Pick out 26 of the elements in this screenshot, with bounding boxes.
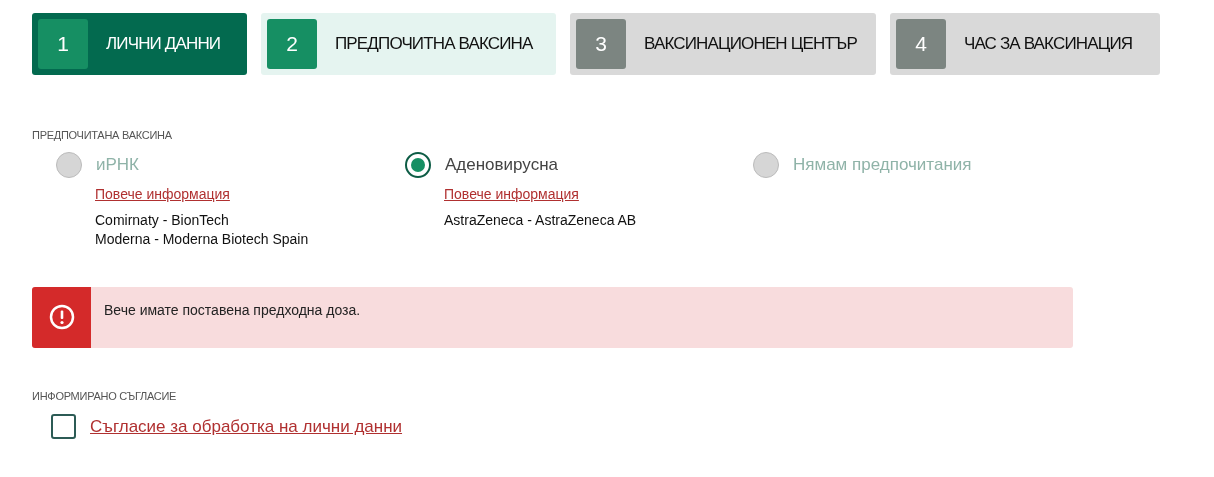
- vaccine-name: Moderna - Moderna Biotech Spain: [95, 229, 310, 249]
- step-label: ЛИЧНИ ДАННИ: [106, 33, 221, 56]
- section-title: ИНФОРМИРАНО СЪГЛАСИЕ: [32, 388, 178, 404]
- radio-button[interactable]: [405, 151, 431, 178]
- vaccine-name: AstraZeneca - AstraZeneca AB: [444, 210, 638, 230]
- step-number: 1: [38, 19, 88, 69]
- step-label: ЧАС ЗА ВАКСИНАЦИЯ: [964, 33, 1133, 56]
- step-tab[interactable]: 1 ЛИЧНИ ДАННИ: [32, 13, 247, 75]
- option-label: Нямам предпочитания: [793, 153, 972, 176]
- alert-message: Вече имате поставена предходна доза.: [104, 300, 361, 320]
- step-number: 4: [896, 19, 946, 69]
- step-number: 2: [267, 19, 317, 69]
- step-tab[interactable]: 4 ЧАС ЗА ВАКСИНАЦИЯ: [890, 13, 1160, 75]
- consent-link[interactable]: Съгласие за обработка на лични данни: [90, 414, 403, 440]
- step-tab[interactable]: 3 ВАКСИНАЦИОНЕН ЦЕНТЪР: [570, 13, 876, 75]
- step-label: ПРЕДПОЧИТНА ВАКСИНА: [335, 33, 533, 56]
- option-label: Аденовирусна: [445, 153, 558, 176]
- step-number: 3: [576, 19, 626, 69]
- checkbox[interactable]: [51, 414, 76, 440]
- more-info-link[interactable]: Повече информация: [444, 183, 753, 205]
- step-label: ВАКСИНАЦИОНЕН ЦЕНТЪР: [644, 33, 857, 56]
- vaccine-name: Comirnaty - BionTech: [95, 210, 230, 230]
- section-title: ПРЕДПОЧИТАНА ВАКСИНА: [32, 128, 173, 143]
- step-tab[interactable]: 2 ПРЕДПОЧИТНА ВАКСИНА: [261, 13, 556, 75]
- exclamation-icon: [48, 304, 75, 330]
- option-label: иРНК: [96, 153, 139, 176]
